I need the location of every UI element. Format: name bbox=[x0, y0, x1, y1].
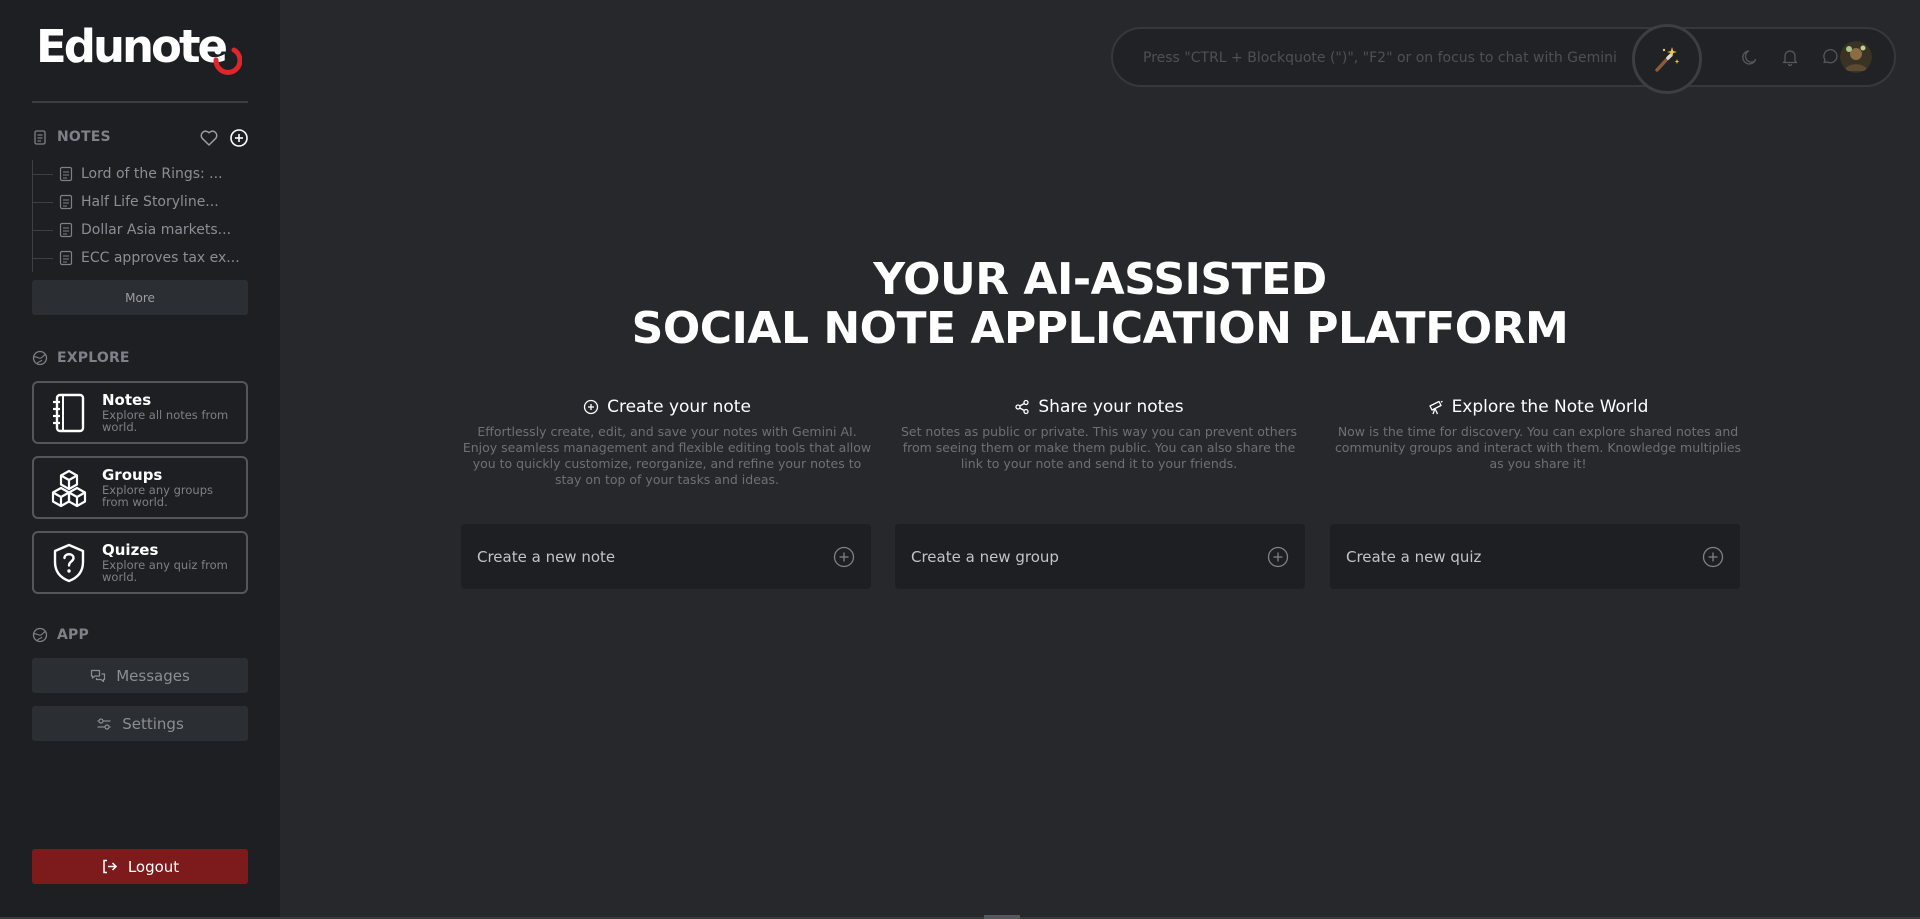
feature-title-row: Create your note bbox=[461, 396, 873, 418]
note-list-item[interactable]: Dollar Asia markets... bbox=[33, 216, 248, 244]
notes-section-title: NOTES bbox=[57, 129, 111, 145]
note-list-item[interactable]: Half Life Storyline... bbox=[33, 188, 248, 216]
explore-card-description: Explore any groups from world. bbox=[102, 483, 213, 509]
add-note-icon[interactable] bbox=[229, 128, 249, 148]
notebook-icon bbox=[53, 393, 85, 432]
document-icon bbox=[59, 166, 73, 182]
feature-description: Effortlessly create, edit, and save your… bbox=[462, 424, 872, 487]
note-title: Dollar Asia markets... bbox=[81, 222, 232, 238]
explore-notes-card[interactable]: Notes Explore all notes from world. bbox=[32, 381, 248, 444]
explore-card-title: Quizes bbox=[102, 541, 159, 559]
plus-circle-icon bbox=[1702, 546, 1724, 567]
telescope-icon bbox=[1428, 400, 1443, 415]
feature-title: Explore the Note World bbox=[1451, 397, 1649, 417]
shield-question-icon bbox=[53, 543, 85, 582]
note-list-item[interactable]: ECC approves tax ex... bbox=[33, 244, 248, 272]
feature-description: Now is the time for discovery. You can e… bbox=[1334, 424, 1742, 471]
note-title: Lord of the Rings: ... bbox=[81, 166, 223, 182]
document-icon bbox=[59, 250, 73, 266]
explore-card-description: Explore any quiz from world. bbox=[102, 558, 228, 584]
app-section-header: APP bbox=[32, 627, 89, 643]
user-avatar[interactable] bbox=[1840, 41, 1872, 73]
feature-title: Create your note bbox=[607, 397, 751, 417]
create-group-button[interactable]: Create a new group bbox=[895, 524, 1305, 589]
logout-button[interactable]: Logout bbox=[32, 849, 248, 884]
more-notes-button[interactable]: More bbox=[32, 280, 248, 315]
note-list-item[interactable]: Lord of the Rings: ... bbox=[33, 160, 248, 188]
note-title: Half Life Storyline... bbox=[81, 194, 219, 210]
messages-label: Messages bbox=[116, 666, 190, 685]
create-group-label: Create a new group bbox=[911, 547, 1059, 566]
note-title: ECC approves tax ex... bbox=[81, 250, 240, 266]
explore-quizes-card[interactable]: Quizes Explore any quiz from world. bbox=[32, 531, 248, 594]
document-icon bbox=[59, 222, 73, 238]
sidebar: Edunote NOTES Lord of the Rings: ... Hal… bbox=[0, 0, 280, 919]
hero-heading: YOUR AI-ASSISTED SOCIAL NOTE APPLICATION… bbox=[280, 255, 1920, 353]
explore-card-title: Groups bbox=[102, 466, 163, 484]
create-note-button[interactable]: Create a new note bbox=[461, 524, 871, 589]
dark-mode-toggle[interactable] bbox=[1740, 47, 1760, 67]
notifications-button[interactable] bbox=[1780, 47, 1800, 67]
plus-circle-icon bbox=[583, 399, 599, 415]
settings-button[interactable]: Settings bbox=[32, 706, 248, 741]
feature-explore-world: Explore the Note World Now is the time f… bbox=[1332, 396, 1744, 472]
explore-section-title: EXPLORE bbox=[57, 350, 130, 366]
app-logo[interactable]: Edunote bbox=[36, 20, 228, 73]
messages-button[interactable]: Messages bbox=[32, 658, 248, 693]
plus-circle-icon bbox=[833, 546, 855, 567]
document-icon bbox=[59, 194, 73, 210]
magic-wand-icon bbox=[1655, 47, 1680, 72]
explore-card-title: Notes bbox=[102, 391, 152, 409]
feature-title-row: Explore the Note World bbox=[1332, 396, 1744, 418]
settings-label: Settings bbox=[122, 714, 184, 733]
feature-create-note: Create your note Effortlessly create, ed… bbox=[461, 396, 873, 488]
moon-icon bbox=[1742, 50, 1757, 65]
hero-line-2: SOCIAL NOTE APPLICATION PLATFORM bbox=[631, 303, 1569, 354]
feature-title: Share your notes bbox=[1038, 397, 1184, 417]
explore-card-description: Explore all notes from world. bbox=[102, 408, 229, 434]
globe-icon bbox=[32, 627, 48, 643]
favorite-notes-icon[interactable] bbox=[199, 128, 219, 148]
avatar-image bbox=[1840, 41, 1872, 73]
gemini-chat-input[interactable] bbox=[1143, 47, 1623, 69]
logo-swoosh-icon bbox=[213, 47, 242, 75]
notes-tree: Lord of the Rings: ... Half Life Storyli… bbox=[32, 160, 248, 272]
notes-section-header: NOTES bbox=[32, 129, 111, 145]
create-quiz-button[interactable]: Create a new quiz bbox=[1330, 524, 1740, 589]
sliders-icon bbox=[97, 717, 111, 730]
plus-circle-icon bbox=[1267, 546, 1289, 567]
create-note-label: Create a new note bbox=[477, 547, 616, 566]
logo-divider bbox=[32, 101, 248, 103]
top-bar bbox=[1111, 24, 1896, 94]
chat-button[interactable] bbox=[1820, 47, 1840, 67]
feature-share-notes: Share your notes Set notes as public or … bbox=[893, 396, 1305, 472]
messages-icon bbox=[91, 669, 106, 682]
share-icon bbox=[1015, 399, 1030, 415]
bell-icon bbox=[1782, 50, 1798, 67]
feature-title-row: Share your notes bbox=[893, 396, 1305, 418]
explore-section-header: EXPLORE bbox=[32, 350, 130, 366]
hero-line-1: YOUR AI-ASSISTED bbox=[873, 254, 1327, 305]
cubes-icon bbox=[51, 469, 87, 507]
create-quiz-label: Create a new quiz bbox=[1346, 547, 1482, 566]
logout-icon bbox=[103, 859, 117, 874]
chat-bubble-icon bbox=[1823, 49, 1838, 64]
globe-icon bbox=[32, 350, 48, 366]
notes-section-icon bbox=[34, 130, 46, 145]
logout-label: Logout bbox=[127, 857, 180, 876]
bottom-handle[interactable] bbox=[984, 915, 1020, 919]
explore-groups-card[interactable]: Groups Explore any groups from world. bbox=[32, 456, 248, 519]
app-section-title: APP bbox=[57, 627, 89, 643]
gemini-magic-button[interactable] bbox=[1632, 24, 1702, 94]
notes-actions bbox=[199, 128, 249, 148]
feature-description: Set notes as public or private. This way… bbox=[900, 424, 1298, 471]
